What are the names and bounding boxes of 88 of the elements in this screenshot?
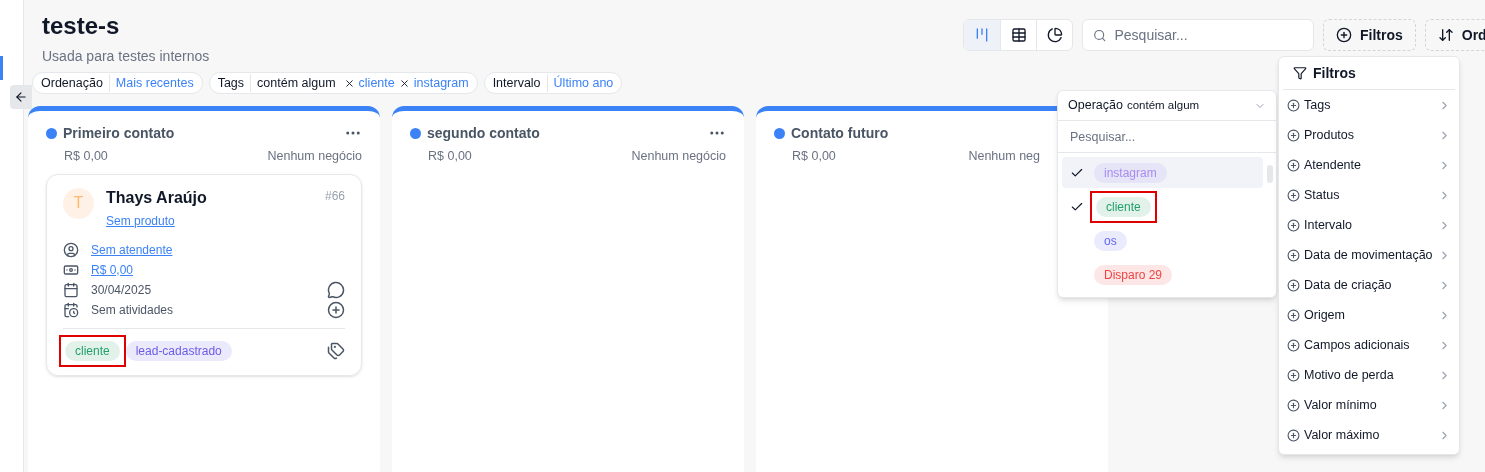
avatar: T	[63, 187, 94, 219]
tag: os	[1094, 230, 1127, 251]
filter-menu-item[interactable]: Origem	[1283, 300, 1455, 330]
plus-icon	[1287, 368, 1300, 382]
plus-icon	[1287, 338, 1300, 352]
deal-count: Nenhum negócio	[267, 148, 362, 165]
search-icon	[1093, 27, 1107, 43]
tag: lead-cadastrado	[125, 340, 232, 361]
product-link[interactable]: Sem produto	[106, 213, 175, 228]
chat-icon[interactable]	[327, 280, 345, 299]
table-icon	[1010, 27, 1027, 43]
page-subtitle: Usada para testes internos	[42, 47, 211, 66]
collapse-button[interactable]	[10, 85, 32, 109]
tag: cliente	[1096, 196, 1151, 217]
plus-icon	[1287, 188, 1300, 202]
calendar-clock-icon	[63, 301, 79, 318]
operation-select[interactable]: Operação contém algum	[1058, 91, 1276, 121]
pie-chart-icon	[1046, 27, 1063, 43]
plus-icon	[1287, 428, 1300, 442]
scrollbar	[1267, 165, 1273, 183]
remove-icon[interactable]	[343, 77, 355, 89]
filter-value: Mais recentes	[114, 74, 194, 92]
tags-icon[interactable]	[327, 341, 345, 360]
deal-card[interactable]: T Thays Araújo Sem produto #66 Sem atendente R$ 0,00 30/04/2025 Sem atividades cliente lead-cadastrado	[46, 173, 362, 376]
filter-label: Ordenação	[41, 73, 110, 93]
field-link[interactable]: R$ 0,00	[91, 261, 134, 278]
calendar-icon	[63, 281, 79, 298]
kanban-icon	[974, 27, 990, 43]
tag: Disparo 29	[1094, 264, 1173, 285]
search-input[interactable]: Pesquisar...	[1114, 25, 1303, 45]
filter-label: Intervalo	[492, 73, 548, 93]
filter-menu-item[interactable]: Motivo de perda	[1283, 360, 1455, 390]
plus-icon	[1287, 278, 1300, 292]
remove-icon[interactable]	[398, 77, 410, 89]
tag: instagram	[1094, 162, 1167, 183]
sort-button[interactable]: Ord	[1424, 19, 1485, 51]
filter-icon	[1293, 66, 1307, 80]
filter-value: Último ano	[552, 74, 614, 92]
plus-icon	[1287, 248, 1300, 262]
filter-menu-item[interactable]: Intervalo	[1283, 210, 1455, 240]
deal-count: Nenhum neg	[968, 148, 1040, 165]
search-field[interactable]: Pesquisar...	[1082, 19, 1314, 51]
filter-menu-item[interactable]: Produtos	[1283, 120, 1455, 150]
page-title: teste-s	[42, 11, 121, 41]
column-title: segundo contato	[427, 124, 540, 143]
deal-number: #66	[324, 187, 345, 204]
contact-name: Thays Araújo	[106, 187, 208, 208]
plus-icon	[1287, 158, 1300, 172]
field-text: 30/04/2025	[91, 281, 153, 298]
plus-icon	[1336, 27, 1352, 43]
column-title: Contato futuro	[791, 124, 889, 143]
column-title: Primeiro contato	[63, 124, 175, 143]
filter-label: Tags	[217, 73, 252, 93]
filter-menu-item[interactable]: Atendente	[1283, 150, 1455, 180]
sort-icon	[1437, 27, 1454, 43]
filter-chip[interactable]: Ordenação Mais recentes	[32, 72, 203, 94]
operation-value: contém algum	[1126, 98, 1200, 114]
filter-chip[interactable]: Tags contém algum cliente instagram	[208, 72, 478, 94]
filter-chip[interactable]: Intervalo Último ano	[483, 72, 623, 94]
tag: cliente	[65, 340, 120, 361]
tag-search-field[interactable]: Pesquisar...	[1058, 121, 1276, 153]
filter-menu-item[interactable]: Tags	[1283, 90, 1455, 120]
filter-menu-item[interactable]: Valor mínimo	[1283, 390, 1455, 420]
filter-menu-item[interactable]: Campos adicionais	[1283, 330, 1455, 360]
field-text: Sem atividades	[91, 301, 175, 318]
field-link[interactable]: Sem atendente	[91, 241, 173, 258]
plus-icon	[1287, 308, 1300, 322]
user-icon	[63, 241, 79, 258]
column-total: R$ 0,00	[64, 148, 108, 165]
operation-label: Operação	[1068, 97, 1123, 115]
filter-button[interactable]: Filtros	[1323, 19, 1416, 51]
plus-icon	[1287, 98, 1300, 112]
plus-icon	[1287, 398, 1300, 412]
filter-menu-item[interactable]: Valor máximo	[1283, 420, 1455, 450]
filter-operator: contém algum	[256, 74, 337, 92]
plus-icon	[1287, 128, 1300, 142]
filter-menu-item[interactable]: Data de movimentação	[1283, 240, 1455, 270]
plus-icon	[1287, 218, 1300, 232]
filter-menu-item[interactable]: Data de criação	[1283, 270, 1455, 300]
filter-value: instagram	[413, 74, 469, 92]
plus-icon[interactable]	[327, 300, 345, 319]
deal-count: Nenhum negócio	[631, 148, 726, 165]
column-total: R$ 0,00	[792, 148, 836, 165]
filter-value: cliente	[358, 74, 395, 92]
filter-menu-item[interactable]: Status	[1283, 180, 1455, 210]
tag-option[interactable]: os	[1062, 225, 1263, 256]
column-total: R$ 0,00	[428, 148, 472, 165]
menu-title: Filtros	[1313, 64, 1356, 83]
